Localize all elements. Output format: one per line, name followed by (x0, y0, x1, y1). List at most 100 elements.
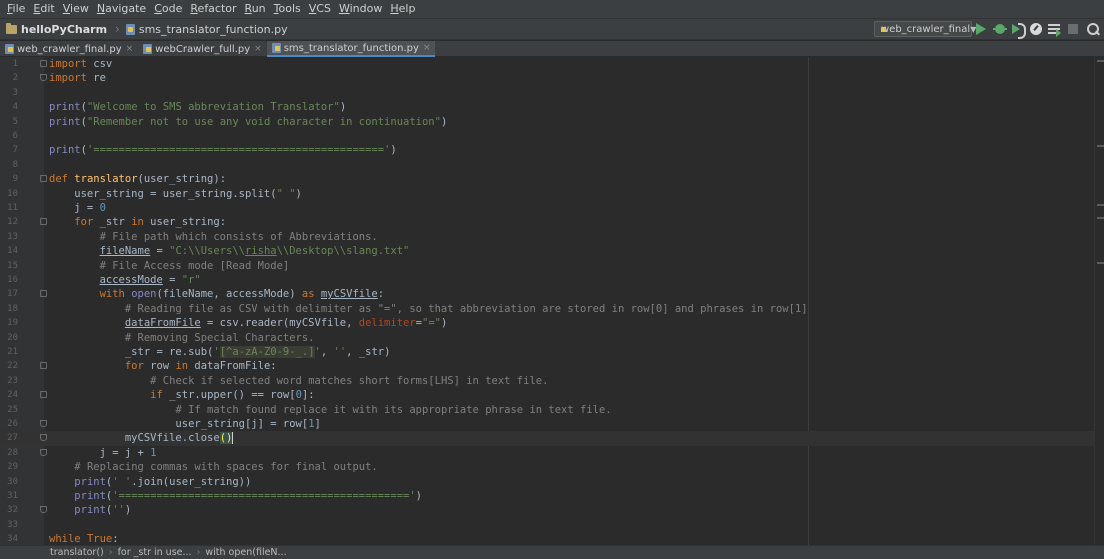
breadcrumb-item[interactable]: for _str in use... (118, 547, 192, 558)
code-line[interactable]: 30 print(' '.join(user_string)) (0, 475, 1104, 489)
menu-item-file[interactable]: File (3, 0, 29, 18)
code-text: dataFromFile = csv.reader(myCSVfile, del… (49, 316, 447, 330)
code-line[interactable]: 8 (0, 158, 1104, 172)
line-number: 31 (0, 489, 18, 503)
run-with-coverage-icon[interactable] (1011, 22, 1025, 36)
nav-project-crumb[interactable]: helloPyCharm › (0, 19, 120, 39)
menu-item-view[interactable]: View (59, 0, 93, 18)
code-line[interactable]: 20 # Removing Special Characters. (0, 331, 1104, 345)
code-line[interactable]: 29 # Replacing commas with spaces for fi… (0, 460, 1104, 474)
code-line[interactable]: 2import re (0, 71, 1104, 85)
stripe-marker[interactable] (1097, 204, 1104, 206)
code-text: with open(fileName, accessMode) as myCSV… (49, 287, 384, 301)
menu-item-tools[interactable]: Tools (270, 0, 305, 18)
code-line[interactable]: 5print("Remember not to use any void cha… (0, 115, 1104, 129)
code-line[interactable]: 27 myCSVfile.close() (0, 431, 1104, 445)
build-icon[interactable] (1047, 22, 1061, 36)
fold-marker-icon[interactable] (40, 506, 47, 513)
menu-item-help[interactable]: Help (386, 0, 419, 18)
code-line[interactable]: 18 # Reading file as CSV with delimiter … (0, 302, 1104, 316)
breadcrumb-item[interactable]: with open(fileN... (205, 547, 286, 558)
search-everywhere-icon[interactable] (1086, 22, 1100, 36)
code-line[interactable]: 12 for _str in user_string: (0, 215, 1104, 229)
tab-web-crawler-final-py[interactable]: web_crawler_final.py× (0, 41, 138, 57)
line-number: 13 (0, 230, 18, 244)
code-line[interactable]: 19 dataFromFile = csv.reader(myCSVfile, … (0, 316, 1104, 330)
menu-bar: FileEditViewNavigateCodeRefactorRunTools… (0, 0, 1104, 18)
menu-item-navigate[interactable]: Navigate (93, 0, 150, 18)
chevron-right-icon: › (197, 547, 201, 558)
code-editor[interactable]: 1import csv2import re34print("Welcome to… (0, 57, 1104, 545)
tab-label: sms_translator_function.py (284, 43, 419, 54)
fold-marker-icon[interactable] (40, 434, 47, 441)
code-line[interactable]: 24 if _str.upper() == row[0]: (0, 388, 1104, 402)
close-icon[interactable]: × (126, 44, 134, 54)
menu-item-run[interactable]: Run (241, 0, 270, 18)
stripe-marker[interactable] (1097, 217, 1104, 219)
tab-webcrawler-full-py[interactable]: webCrawler_full.py× (138, 41, 267, 57)
stripe-marker[interactable] (1097, 60, 1104, 62)
code-line[interactable]: 3 (0, 86, 1104, 100)
stop-icon[interactable] (1066, 22, 1080, 36)
line-number: 24 (0, 388, 18, 402)
code-text: if _str.upper() == row[0]: (49, 388, 315, 402)
run-icon[interactable] (976, 23, 986, 35)
code-line[interactable]: 33 (0, 518, 1104, 532)
fold-marker-icon[interactable] (40, 290, 47, 297)
code-line[interactable]: 6 (0, 129, 1104, 143)
stripe-marker[interactable] (1097, 145, 1104, 147)
fold-marker-icon[interactable] (40, 218, 47, 225)
code-line[interactable]: 21 _str = re.sub('[^a-zA-Z0-9-_.]', '', … (0, 345, 1104, 359)
debug-icon[interactable] (993, 22, 1007, 36)
code-line[interactable]: 26 user_string[j] = row[1] (0, 417, 1104, 431)
fold-marker-icon[interactable] (40, 175, 47, 182)
code-line[interactable]: 13 # File path which consists of Abbrevi… (0, 230, 1104, 244)
code-line[interactable]: 4print("Welcome to SMS abbreviation Tran… (0, 100, 1104, 114)
code-line[interactable]: 7print('================================… (0, 143, 1104, 157)
code-line[interactable]: 22 for row in dataFromFile: (0, 359, 1104, 373)
menu-item-code[interactable]: Code (150, 0, 186, 18)
python-file-icon (143, 44, 152, 54)
code-line[interactable]: 17 with open(fileName, accessMode) as my… (0, 287, 1104, 301)
code-line[interactable]: 25 # If match found replace it with its … (0, 403, 1104, 417)
code-text: myCSVfile.close() (49, 431, 233, 445)
code-line[interactable]: 1import csv (0, 57, 1104, 71)
stripe-marker[interactable] (1097, 262, 1104, 264)
line-number: 18 (0, 302, 18, 316)
code-line[interactable]: 31 print('==============================… (0, 489, 1104, 503)
line-number: 1 (0, 57, 18, 71)
run-configuration-select[interactable]: web_crawler_final ▼ (874, 21, 972, 37)
run-configuration-label: web_crawler_final (881, 24, 970, 35)
code-line[interactable]: 15 # File Access mode [Read Mode] (0, 259, 1104, 273)
code-line[interactable]: 14 fileName = "C:\\Users\\risha\\Desktop… (0, 244, 1104, 258)
profile-icon[interactable] (1029, 22, 1043, 36)
fold-marker-icon[interactable] (40, 391, 47, 398)
code-line[interactable]: 28 j = j + 1 (0, 446, 1104, 460)
menu-item-refactor[interactable]: Refactor (186, 0, 240, 18)
code-line[interactable]: 9def translator(user_string): (0, 172, 1104, 186)
fold-marker-icon[interactable] (40, 420, 47, 427)
tab-sms-translator-function-py[interactable]: sms_translator_function.py × (267, 41, 436, 57)
menu-item-window[interactable]: Window (335, 0, 386, 18)
code-line[interactable]: 23 # Check if selected word matches shor… (0, 374, 1104, 388)
fold-marker-icon[interactable] (40, 362, 47, 369)
breadcrumb-item[interactable]: translator() (50, 547, 104, 558)
python-file-icon (5, 44, 14, 54)
close-icon[interactable]: × (423, 43, 431, 53)
line-number: 10 (0, 187, 18, 201)
menu-item-vcs[interactable]: VCS (305, 0, 335, 18)
fold-marker-icon[interactable] (40, 449, 47, 456)
code-line[interactable]: 32 print('') (0, 503, 1104, 517)
code-text: # File Access mode [Read Mode] (49, 259, 289, 273)
code-line[interactable]: 10 user_string = user_string.split(" ") (0, 187, 1104, 201)
fold-marker-icon[interactable] (40, 60, 47, 67)
fold-marker-icon[interactable] (40, 74, 47, 81)
code-line[interactable]: 11 j = 0 (0, 201, 1104, 215)
menu-item-edit[interactable]: Edit (29, 0, 58, 18)
code-breadcrumb-bar: translator()›for _str in use...›with ope… (0, 545, 1104, 559)
error-stripe[interactable] (1094, 57, 1104, 545)
line-number: 8 (0, 158, 18, 172)
code-line[interactable]: 16 accessMode = "r" (0, 273, 1104, 287)
nav-file-crumb[interactable]: sms_translator_function.py (120, 19, 288, 39)
close-icon[interactable]: × (254, 44, 262, 54)
